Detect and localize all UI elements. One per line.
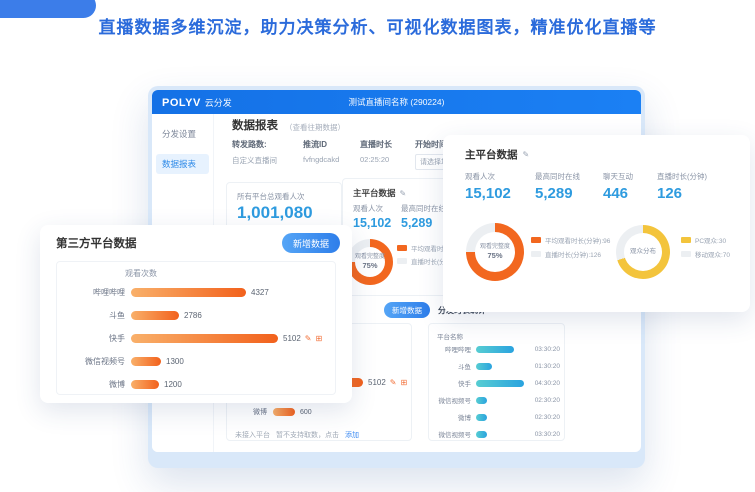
bar: [131, 334, 278, 343]
edit-icon[interactable]: ✎: [390, 378, 397, 387]
edit-icon[interactable]: ✎: [305, 334, 312, 343]
legend-avg-watch: 平均观看时长(分钟):96: [531, 235, 610, 245]
main-platform-title: 主平台数据: [353, 187, 396, 199]
dashboard-header: POLYV 云分发 测试直播间名称 (290224): [152, 90, 641, 114]
views-chart-title: 观看次数: [125, 268, 157, 279]
stat-peak-online: 最高同时在线 5,289: [535, 171, 580, 202]
add-link[interactable]: 添加: [345, 430, 359, 440]
sidebar-item-data-report[interactable]: 数据报表: [156, 154, 209, 174]
duration-row: 微信视频号 03:30:20: [435, 429, 560, 439]
duration-row: 哔哩哔哩 03:30:20: [435, 344, 560, 354]
chart-row-weibo: 微博 600: [235, 407, 312, 417]
bar: [131, 288, 246, 297]
legend-pc-audience: PC观众:30: [681, 235, 726, 245]
chart-row-kuaishou: 快手 5102 ✎ ⊞: [63, 333, 322, 344]
chart-row-wechat-channels: 微信视频号 1300: [63, 356, 184, 367]
legend-swatch: [531, 237, 541, 243]
add-icon[interactable]: ⊞: [316, 334, 323, 343]
room-title: 测试直播间名称 (290224): [152, 96, 641, 108]
legend-swatch: [397, 258, 407, 264]
bar: [476, 380, 524, 387]
duration-chart-header: 平台名称: [437, 331, 463, 341]
chart-row-bilibili: 哔哩哔哩 4327: [63, 287, 269, 298]
completion-donut-chart: 观看完整度 75%: [347, 239, 393, 285]
sidebar-item-distribution-settings[interactable]: 分发设置: [156, 124, 209, 144]
add-data-button[interactable]: 新增数据: [282, 233, 340, 253]
add-icon[interactable]: ⊞: [401, 378, 408, 387]
stat-views: 观看人次 15,102: [353, 203, 391, 230]
info-field-relay: 转发路数: 自定义直播间: [232, 139, 277, 166]
legend-swatch: [397, 245, 407, 251]
total-views-label: 所有平台总观看人次: [237, 191, 305, 202]
third-party-card-title: 第三方平台数据: [56, 235, 137, 251]
bar: [476, 346, 514, 353]
stat-live-duration: 直播时长(分钟) 126: [657, 171, 707, 202]
duration-row: 快手 04:30:20: [435, 378, 560, 388]
total-views-value: 1,001,080: [237, 203, 313, 223]
legend-swatch: [531, 251, 541, 257]
chart-row-weibo: 微博 1200: [63, 379, 182, 390]
not-supported-note: 未接入平台 暂不支持取数，点击 添加: [235, 430, 359, 440]
views-chart: 观看次数 哔哩哔哩 4327 斗鱼 2786 快手 5102 ✎ ⊞ 微信视频号: [56, 261, 336, 395]
duration-row: 斗鱼 01:30:20: [435, 361, 560, 371]
chart-row-douyu: 斗鱼 2786: [63, 310, 202, 321]
bar: [131, 311, 179, 320]
legend-mobile-audience: 移动观众:70: [681, 249, 730, 259]
duration-row: 微博 02:30:20: [435, 412, 560, 422]
completion-donut-chart: 观看完整度 75%: [466, 223, 524, 281]
bar: [131, 357, 161, 366]
report-heading: 数据报表: [232, 117, 278, 133]
edit-icon[interactable]: ✎: [523, 150, 530, 159]
main-platform-card-title: 主平台数据: [465, 147, 518, 162]
bar: [476, 414, 487, 421]
duration-chart-panel: 平台名称 哔哩哔哩 03:30:20 斗鱼 01:30:20 快手 04:30:…: [428, 323, 565, 441]
stat-chat-interactions: 聊天互动 446: [603, 171, 633, 202]
bar: [476, 397, 487, 404]
info-field-duration: 直播时长 02:25:20: [360, 139, 392, 164]
page: 直播数据多维沉淀，助力决策分析、可视化数据图表，精准优化直播等 POLYV 云分…: [0, 0, 755, 492]
main-platform-card: 主平台数据 ✎ 观看人次 15,102 最高同时在线 5,289 聊天互动 44…: [443, 135, 750, 312]
legend-swatch: [681, 251, 691, 257]
stat-views: 观看人次 15,102: [465, 171, 511, 202]
bar: [476, 431, 487, 438]
edit-icon[interactable]: ✎: [400, 189, 407, 198]
stat-peak-online: 最高同时在线 5,289: [401, 203, 446, 230]
page-title: 直播数据多维沉淀，助力决策分析、可视化数据图表，精准优化直播等: [0, 13, 755, 38]
bar: [131, 380, 159, 389]
duration-row: 微信视频号 02:30:20: [435, 395, 560, 405]
add-data-button[interactable]: 新增数据: [384, 302, 430, 318]
report-heading-note[interactable]: （查看往期数据）: [285, 122, 345, 133]
legend-live-duration: 直播时长(分钟):126: [531, 249, 601, 259]
total-views-panel: 所有平台总观看人次 1,001,080: [226, 182, 342, 230]
third-party-data-card: 第三方平台数据 新增数据 观看次数 哔哩哔哩 4327 斗鱼 2786 快手 5…: [40, 225, 352, 403]
legend-swatch: [681, 237, 691, 243]
info-field-stream-id: 推流ID fvfngdcakd: [303, 139, 339, 164]
audience-donut-chart: 观众分布: [616, 225, 670, 279]
bar: [476, 363, 492, 370]
bar: [273, 408, 295, 416]
